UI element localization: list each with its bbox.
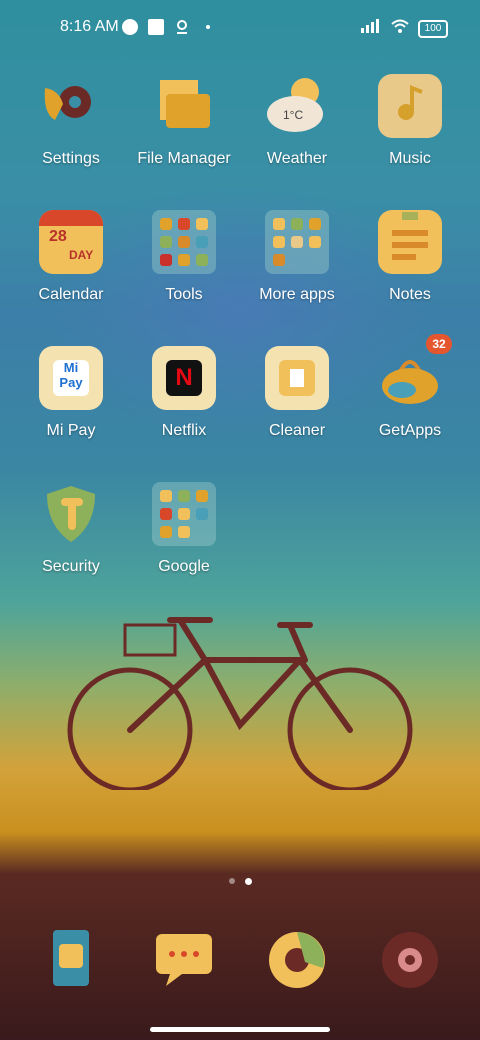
app-label: Mi Pay [46,422,96,439]
app-weather[interactable]: 1°C Weather [240,74,354,168]
phone-icon [39,928,103,992]
app-label: File Manager [137,150,231,167]
folder-google[interactable]: Google [127,482,241,576]
dock-messages[interactable] [127,928,241,992]
cleaner-icon [265,346,329,410]
app-label: Weather [266,150,328,167]
weather-temp: 1°C [283,108,303,122]
battery-icon: 100 [418,19,448,38]
calendar-icon: 28 DAY [39,210,103,274]
app-mi-pay[interactable]: Mi Pay Mi Pay [14,346,128,440]
calendar-date: 28 [49,228,67,245]
folder-tools[interactable]: Tools [127,210,241,304]
page-dot-active[interactable] [244,878,252,885]
page-indicator [0,878,480,885]
folder-more-apps[interactable]: More apps [240,210,354,304]
folder-icon [152,482,216,546]
status-bar: 8:16 AM 100 [0,0,480,56]
app-label: Google [158,558,210,575]
shopping-bag-icon: 32 [378,334,452,410]
folder-icon [265,210,329,274]
app-label: Security [42,558,100,575]
app-label: Music [389,150,431,167]
music-note-icon [378,74,442,138]
netflix-icon: N [152,346,216,410]
calendar-day: DAY [69,248,94,262]
app-label: Cleaner [268,422,326,439]
app-notes[interactable]: Notes [353,210,467,304]
mi-pay-logo-text: Mi [63,360,79,375]
app-music[interactable]: Music [353,74,467,168]
home-indicator[interactable] [150,1027,330,1032]
dock-browser[interactable] [240,928,354,992]
dock [0,928,480,992]
app-label: Calendar [38,286,104,303]
wifi-icon [390,18,410,39]
square-icon [148,19,164,35]
app-label: Notes [389,286,431,303]
shield-icon [39,482,103,546]
clock: 8:16 AM [60,18,119,35]
app-settings[interactable]: Settings [14,74,128,168]
page-dot[interactable] [228,878,235,884]
notification-icon [122,19,138,35]
mi-pay-logo-subtext: Pay [59,375,83,390]
notification-badge: 32 [426,334,452,354]
app-calendar[interactable]: 28 DAY Calendar [14,210,128,304]
folder-icon [152,74,216,138]
app-label: GetApps [378,422,442,439]
camera-icon [378,928,442,992]
app-label: Netflix [161,422,207,439]
app-label: More apps [259,286,335,303]
browser-icon [265,928,329,992]
gear-icon [39,74,103,138]
app-cleaner[interactable]: Cleaner [240,346,354,440]
app-netflix[interactable]: N Netflix [127,346,241,440]
signal-icon [360,18,382,39]
netflix-logo: N [166,360,202,396]
dock-camera[interactable] [353,928,467,992]
folder-icon [152,210,216,274]
chat-bubble-icon [152,928,216,992]
mi-pay-icon: Mi Pay [39,346,103,410]
location-icon [174,19,190,35]
cloud-sun-icon: 1°C [265,74,329,138]
app-label: Tools [165,286,203,303]
app-getapps[interactable]: 32 GetApps [353,334,467,440]
app-label: Settings [42,150,100,167]
app-file-manager[interactable]: File Manager [127,74,241,168]
app-security[interactable]: Security [14,482,128,576]
notes-icon [378,210,442,274]
bicycle-illustration [67,617,413,790]
dock-phone[interactable] [14,928,128,992]
more-notifications-dot [206,25,210,29]
